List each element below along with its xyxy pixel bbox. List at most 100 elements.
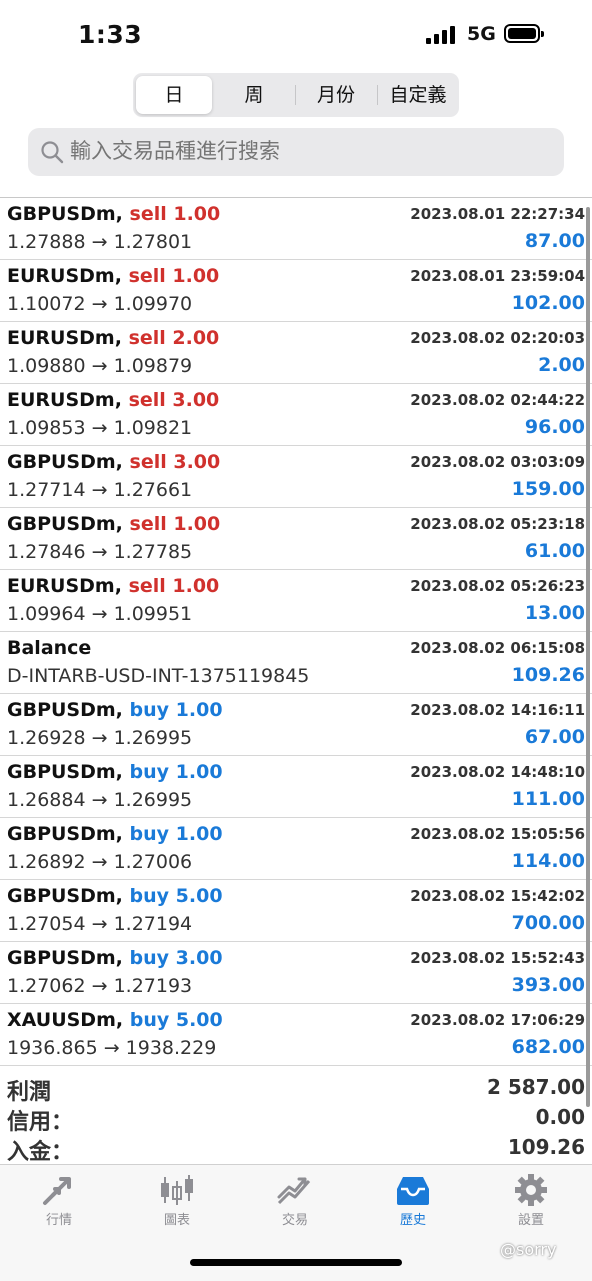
summary-value: 0.00 [535, 1105, 585, 1129]
trade-symbol: GBPUSDm, [7, 761, 123, 783]
trade-prices: 1.26892 → 1.27006 [7, 851, 193, 873]
trade-prices: 1.27888 → 1.27801 [7, 231, 193, 253]
trade-profit: 111.00 [511, 788, 585, 810]
quotes-arrows-icon [43, 1177, 71, 1205]
trade-datetime: 2023.08.02 05:26:23 [410, 577, 585, 595]
trade-row[interactable]: EURUSDm, sell 1.00 2023.08.01 23:59:04 1.1… [0, 260, 592, 322]
cellular-signal-icon [426, 26, 458, 44]
period-tab-week[interactable]: 周 [215, 76, 293, 114]
trade-side-volume: buy 3.00 [129, 947, 223, 969]
trade-datetime: 2023.08.02 02:20:03 [410, 329, 585, 347]
trade-profit: 700.00 [511, 912, 585, 934]
trade-side-volume: buy 1.00 [129, 699, 223, 721]
history-summary: 利潤 2 587.00 信用： 0.00 入金： 109.26 [0, 1072, 592, 1165]
trade-chart-icon [277, 1177, 311, 1205]
trade-row[interactable]: GBPUSDm, sell 1.00 2023.08.02 05:23:18 1.2… [0, 508, 592, 570]
trade-datetime: 2023.08.02 14:48:10 [410, 763, 585, 781]
trade-datetime: 2023.08.02 02:44:22 [410, 391, 585, 409]
trade-profit: 67.00 [524, 726, 585, 748]
trade-title: XAUUSDm, buy 5.00 [7, 1009, 223, 1031]
status-bar: 1:33 5G [0, 0, 592, 70]
trade-title: GBPUSDm, buy 1.00 [7, 823, 223, 845]
trade-datetime: 2023.08.02 14:16:11 [410, 701, 585, 719]
summary-row: 信用： 0.00 [0, 1102, 592, 1135]
summary-value: 109.26 [507, 1135, 585, 1159]
trade-prices: 1.26884 → 1.26995 [7, 789, 193, 811]
trade-title: GBPUSDm, buy 1.00 [7, 761, 223, 783]
search-input[interactable] [70, 128, 550, 176]
network-type: 5G [467, 23, 496, 45]
candlestick-chart-icon [161, 1175, 193, 1205]
trade-datetime: 2023.08.02 15:05:56 [410, 825, 585, 843]
trade-row[interactable]: GBPUSDm, buy 5.00 2023.08.02 15:42:02 1.27… [0, 880, 592, 942]
trade-title: EURUSDm, sell 3.00 [7, 389, 219, 411]
trade-prices: 1.27714 → 1.27661 [7, 479, 193, 501]
summary-row: 利潤 2 587.00 [0, 1072, 592, 1105]
tab-quotes[interactable]: 行情 [0, 1173, 118, 1235]
trade-side-volume: buy 1.00 [129, 823, 223, 845]
period-tab-month[interactable]: 月份 [297, 76, 375, 114]
trade-prices: 1936.865 → 1938.229 [7, 1037, 217, 1059]
trade-profit: 13.00 [524, 602, 585, 624]
trade-profit: 159.00 [511, 478, 585, 500]
trade-symbol: GBPUSDm, [7, 203, 123, 225]
trade-datetime: 2023.08.01 22:27:34 [410, 205, 585, 223]
watermark: @sorry [500, 1240, 557, 1259]
trade-symbol: GBPUSDm, [7, 451, 123, 473]
segment-divider [295, 85, 296, 105]
summary-row: 入金： 109.26 [0, 1132, 592, 1165]
trade-symbol: EURUSDm, [7, 265, 122, 287]
search-icon [41, 141, 64, 164]
trade-datetime: 2023.08.02 06:15:08 [410, 639, 585, 657]
trade-title: EURUSDm, sell 1.00 [7, 265, 219, 287]
trade-profit: 87.00 [524, 230, 585, 252]
trade-row[interactable]: GBPUSDm, buy 1.00 2023.08.02 14:48:10 1.26… [0, 756, 592, 818]
trade-prices: 1.10072 → 1.09970 [7, 293, 193, 315]
trade-row[interactable]: GBPUSDm, sell 3.00 2023.08.02 03:03:09 1.2… [0, 446, 592, 508]
scrollbar[interactable] [586, 207, 590, 1107]
tab-charts[interactable]: 圖表 [118, 1173, 236, 1235]
history-tray-icon [397, 1177, 429, 1205]
tab-history[interactable]: 歷史 [354, 1173, 472, 1235]
trade-prices: 1.09964 → 1.09951 [7, 603, 193, 625]
tab-settings[interactable]: 設置 [472, 1173, 590, 1235]
trade-row[interactable]: GBPUSDm, buy 1.00 2023.08.02 15:05:56 1.26… [0, 818, 592, 880]
trade-datetime: 2023.08.02 17:06:29 [410, 1011, 585, 1029]
trade-title: EURUSDm, sell 2.00 [7, 327, 219, 349]
trade-datetime: 2023.08.01 23:59:04 [410, 267, 585, 285]
trade-title: GBPUSDm, buy 1.00 [7, 699, 223, 721]
trade-title: GBPUSDm, buy 3.00 [7, 947, 223, 969]
trade-title: GBPUSDm, buy 5.00 [7, 885, 223, 907]
search-bar[interactable] [28, 128, 564, 176]
trade-prices: 1.26928 → 1.26995 [7, 727, 193, 749]
trade-side-volume: sell 3.00 [129, 451, 221, 473]
period-tab-custom[interactable]: 自定義 [379, 76, 457, 114]
trade-datetime: 2023.08.02 15:52:43 [410, 949, 585, 967]
trade-prices: D-INTARB-USD-INT-1375119845 [7, 665, 310, 687]
trade-row[interactable]: EURUSDm, sell 1.00 2023.08.02 05:26:23 1.0… [0, 570, 592, 632]
trade-row[interactable]: GBPUSDm, buy 3.00 2023.08.02 15:52:43 1.27… [0, 942, 592, 1004]
trade-side-volume: sell 1.00 [128, 265, 220, 287]
trade-side-volume: buy 1.00 [129, 761, 223, 783]
trade-title: GBPUSDm, sell 1.00 [7, 203, 220, 225]
trade-symbol: XAUUSDm, [7, 1009, 124, 1031]
home-indicator[interactable] [190, 1259, 402, 1266]
trade-symbol: Balance [7, 637, 92, 659]
history-list[interactable]: GBPUSDm, sell 1.00 2023.08.01 22:27:34 1.2… [0, 198, 592, 1066]
trade-row[interactable]: Balance 2023.08.02 06:15:08 D-INTARB-USD-I… [0, 632, 592, 694]
trade-symbol: EURUSDm, [7, 389, 122, 411]
trade-symbol: GBPUSDm, [7, 699, 123, 721]
period-tab-day[interactable]: 日 [136, 76, 212, 114]
trade-row[interactable]: XAUUSDm, buy 5.00 2023.08.02 17:06:29 1936… [0, 1004, 592, 1066]
period-segmented-control: 日 周 月份 自定義 [133, 73, 459, 117]
trade-row[interactable]: EURUSDm, sell 3.00 2023.08.02 02:44:22 1.0… [0, 384, 592, 446]
trade-row[interactable]: GBPUSDm, buy 1.00 2023.08.02 14:16:11 1.26… [0, 694, 592, 756]
trade-symbol: EURUSDm, [7, 575, 122, 597]
trade-row[interactable]: GBPUSDm, sell 1.00 2023.08.01 22:27:34 1.2… [0, 198, 592, 260]
trade-row[interactable]: EURUSDm, sell 2.00 2023.08.02 02:20:03 1.0… [0, 322, 592, 384]
trade-side-volume: buy 5.00 [129, 1009, 223, 1031]
tab-settings-label: 設置 [517, 1213, 544, 1228]
tab-trade[interactable]: 交易 [236, 1173, 354, 1235]
tab-trade-label: 交易 [281, 1213, 308, 1228]
trade-side-volume: sell 1.00 [129, 203, 221, 225]
